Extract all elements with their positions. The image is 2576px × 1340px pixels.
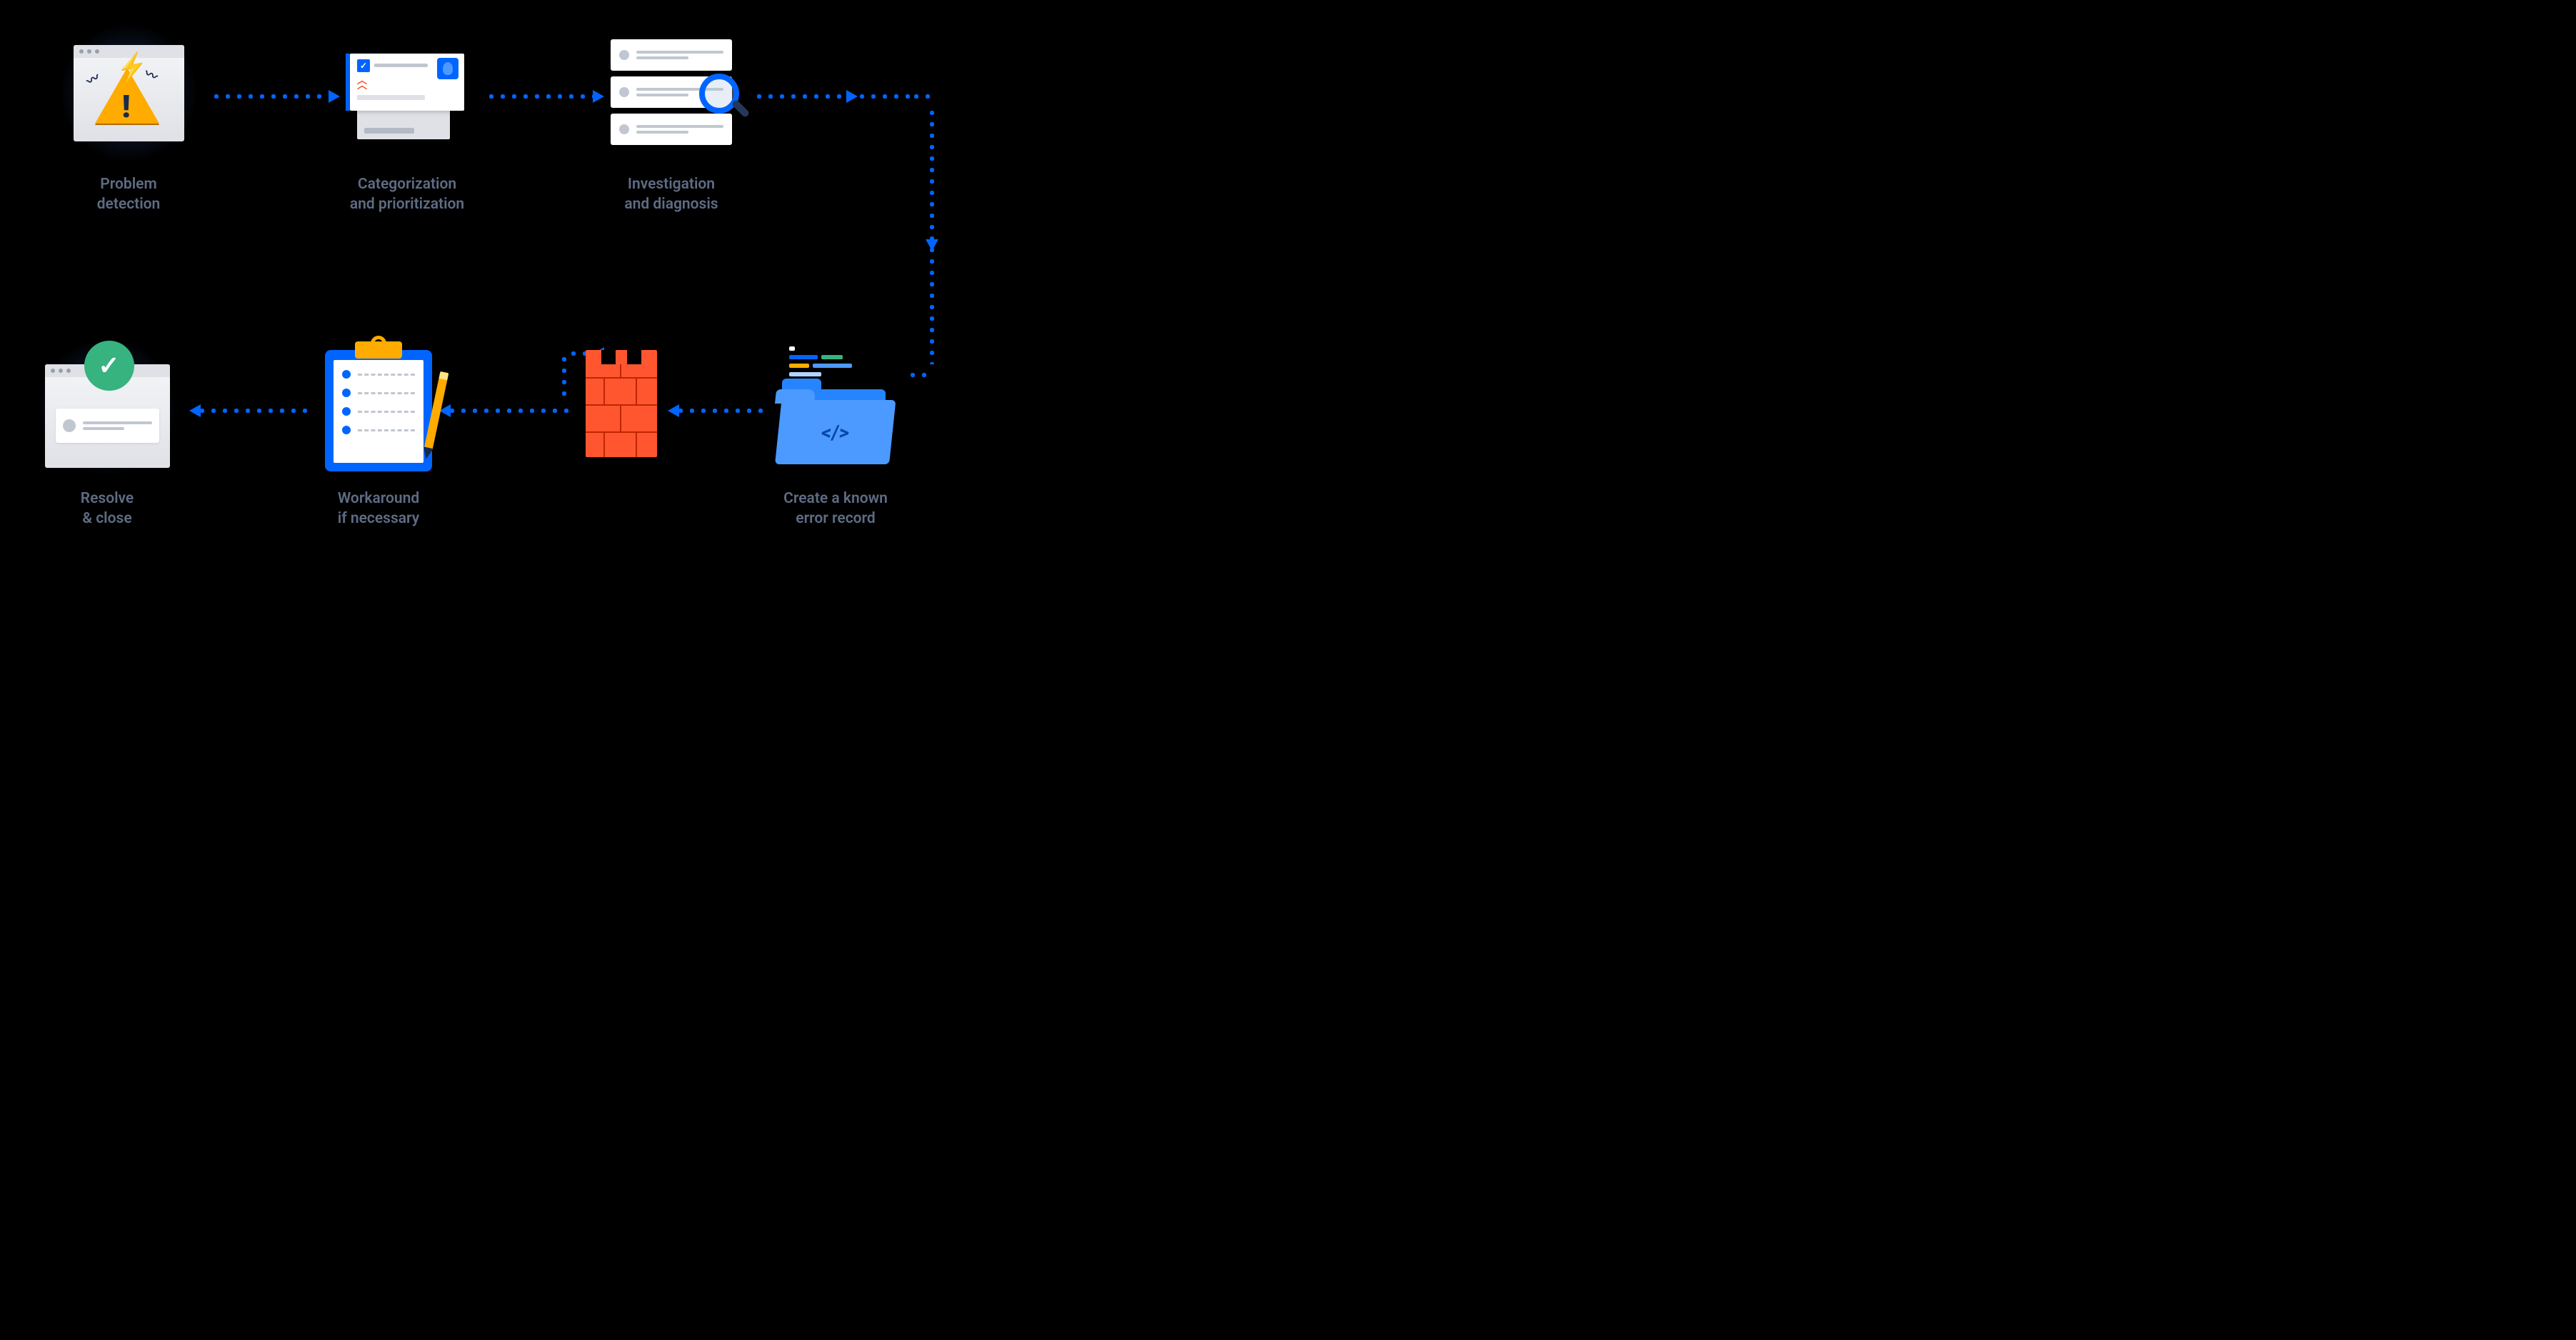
connector-s2-s3 xyxy=(486,93,593,100)
step-label: Workaround if necessary xyxy=(338,489,419,529)
problem-management-flow-diagram: ⚡ 〰 〰 ! Problem detection ✓ ︿︿ xyxy=(0,0,1106,582)
step-categorization-prioritization: ✓ ︿︿ Categorization and prioritization xyxy=(343,29,471,215)
step-workaround: Workaround if necessary xyxy=(314,343,443,529)
connector-s5-s6 xyxy=(446,407,575,414)
success-browser-icon xyxy=(43,343,171,471)
step-label: Investigation and diagnosis xyxy=(624,174,718,215)
arrowhead-s5 xyxy=(668,404,679,417)
step-blocker-wall xyxy=(586,350,657,474)
connector-turn-v xyxy=(928,107,936,364)
step-problem-detection: ⚡ 〰 〰 ! Problem detection xyxy=(64,29,193,215)
connector-turn-s4b xyxy=(907,371,932,379)
connector-s5-up-left xyxy=(561,354,568,400)
connector-s3-turn-h xyxy=(753,93,914,100)
arrowhead-s3 xyxy=(593,90,604,103)
warning-browser-icon: ⚡ 〰 〰 ! xyxy=(64,29,193,157)
step-label: Create a known error record xyxy=(783,489,888,529)
priority-card-icon: ✓ ︿︿ xyxy=(343,29,471,157)
arrowhead-turn-down xyxy=(926,239,938,251)
clipboard-checklist-icon xyxy=(314,343,443,471)
code-folder-icon: </> xyxy=(771,343,900,471)
arrowhead-s2 xyxy=(329,90,340,103)
brick-wall-icon xyxy=(586,350,657,457)
connector-s4-s5 xyxy=(675,407,768,414)
step-label: Categorization and prioritization xyxy=(350,174,464,215)
connector-s1-s2 xyxy=(211,93,329,100)
arrowhead-turn1 xyxy=(846,90,858,103)
connector-turn-s4 xyxy=(911,93,932,100)
step-label: Resolve & close xyxy=(81,489,134,529)
search-list-icon xyxy=(607,29,736,157)
checkmark-icon xyxy=(84,341,134,391)
step-create-known-error-record: </> Create a known error record xyxy=(771,343,900,529)
step-resolve-close: Resolve & close xyxy=(43,343,171,529)
arrowhead-s7 xyxy=(189,404,201,417)
step-investigation-diagnosis: Investigation and diagnosis xyxy=(607,29,736,215)
step-label: Problem detection xyxy=(97,174,161,215)
magnifier-icon xyxy=(699,74,739,114)
connector-s6-s7 xyxy=(196,407,307,414)
